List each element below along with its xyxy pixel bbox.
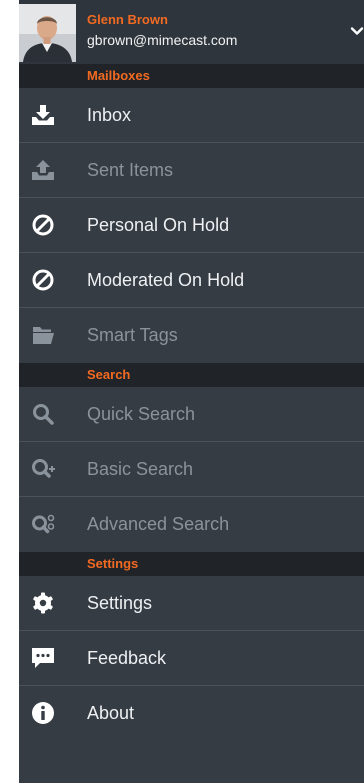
menu-item-label: Sent Items [87,160,174,180]
account-name: Glenn Brown [87,12,168,27]
chevron-down-icon[interactable] [350,24,364,38]
menu-item-label: Moderated On Hold [87,270,245,290]
menu-item-quick-search[interactable]: Quick Search [19,387,364,442]
magnifier-options-icon [31,512,55,536]
menu-item-label: Quick Search [87,404,196,424]
menu-item-label: Basic Search [87,459,194,479]
avatar [19,4,76,62]
prohibited-icon [31,213,55,237]
magnifier-icon [31,402,55,426]
inbox-download-icon [31,103,55,127]
sent-upload-icon [31,158,55,182]
magnifier-plus-icon [31,457,55,481]
menu-item-about[interactable]: About [19,686,364,741]
navigation-drawer: Glenn Brown gbrown@mimecast.com Mailboxe… [19,0,364,783]
menu-item-label: Settings [87,593,153,613]
menu-item-label: About [87,703,135,723]
menu-item-feedback[interactable]: Feedback [19,631,364,686]
gear-icon [31,591,55,615]
folder-icon [31,323,55,347]
menu-item-advanced-search[interactable]: Advanced Search [19,497,364,552]
menu-item-inbox[interactable]: Inbox [19,88,364,143]
menu-item-label: Advanced Search [87,514,230,534]
menu-item-label: Feedback [87,648,167,668]
menu-item-moderated-on-hold[interactable]: Moderated On Hold [19,253,364,308]
menu-item-sent-items[interactable]: Sent Items [19,143,364,198]
account-email: gbrown@mimecast.com [87,32,238,48]
section-header-settings: Settings [19,552,364,576]
info-icon [31,701,55,725]
menu-item-settings[interactable]: Settings [19,576,364,631]
section-header-mailboxes: Mailboxes [19,64,364,88]
account-header[interactable]: Glenn Brown gbrown@mimecast.com [19,0,364,64]
menu-item-personal-on-hold[interactable]: Personal On Hold [19,198,364,253]
speech-bubble-icon [31,646,55,670]
section-header-search: Search [19,363,364,387]
menu-item-basic-search[interactable]: Basic Search [19,442,364,497]
menu-item-label: Smart Tags [87,325,178,345]
menu-item-label: Personal On Hold [87,215,230,235]
menu-item-label: Inbox [87,105,132,125]
prohibited-icon [31,268,55,292]
menu-item-smart-tags[interactable]: Smart Tags [19,308,364,363]
